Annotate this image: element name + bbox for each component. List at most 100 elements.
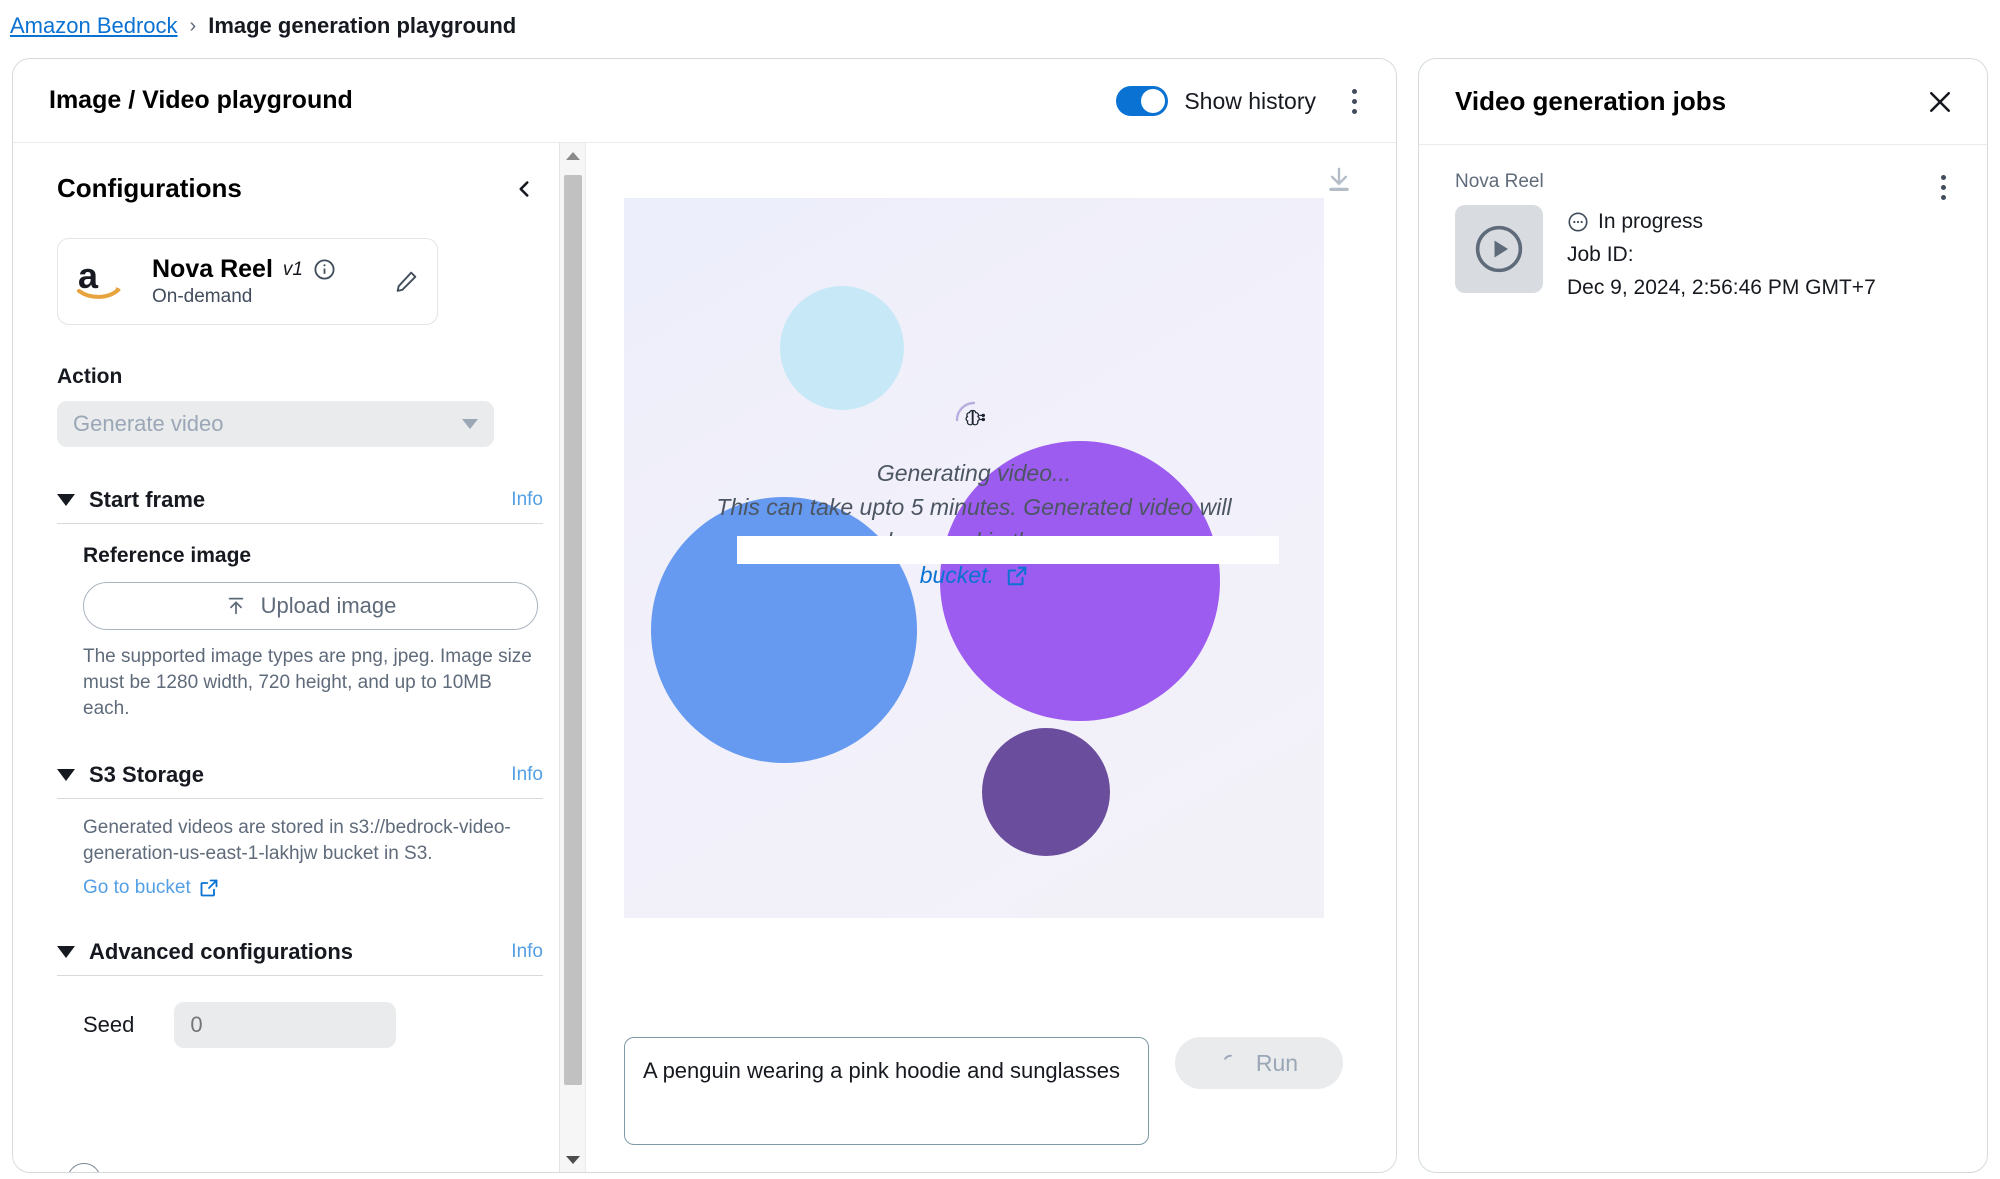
prompt-input[interactable] [624, 1037, 1149, 1145]
triangle-down-icon[interactable] [57, 769, 75, 781]
status-line-1: Generating video... [876, 460, 1072, 486]
external-link-icon [199, 878, 219, 898]
model-name-row: Nova Reel v1 [152, 255, 376, 284]
job-model-name: Nova Reel [1455, 171, 1544, 192]
advanced-title: Advanced configurations [89, 939, 354, 964]
configurations-title: Configurations [57, 173, 242, 203]
scroll-up-arrow-icon[interactable] [560, 143, 585, 169]
jobs-panel-title: Video generation jobs [1455, 86, 1727, 116]
redaction-bar [737, 536, 1279, 564]
advanced-header-left: Advanced configurations [57, 939, 353, 965]
divider [57, 523, 543, 524]
scroll-down-arrow-icon[interactable] [560, 1147, 585, 1172]
close-icon[interactable] [1925, 87, 1955, 117]
upload-image-label: Upload image [260, 593, 397, 618]
kebab-menu-icon[interactable] [1338, 83, 1370, 119]
run-button[interactable]: Run [1175, 1037, 1343, 1089]
upload-helper-text: The supported image types are png, jpeg.… [83, 646, 532, 719]
caret-down-icon [462, 419, 478, 429]
divider [57, 975, 543, 976]
scrollbar-thumb[interactable] [564, 175, 582, 1085]
job-details: In progress Job ID: Dec 9, 2024, 2:56:46… [1567, 205, 1876, 304]
action-selected-value: Generate video [73, 411, 224, 436]
status-badge: In progress [1567, 205, 1876, 238]
reference-image-label: Reference image [83, 544, 252, 567]
playground-body: Configurations a Nova Reel v1 On-demand … [13, 143, 1396, 1172]
configurations-panel: Configurations a Nova Reel v1 On-demand … [13, 143, 586, 1172]
s3-storage-title: S3 Storage [89, 762, 204, 787]
model-version: v1 [282, 258, 303, 280]
job-id-label: Job ID: [1567, 243, 1634, 266]
playground-card: Image / Video playground Show history Co… [12, 58, 1397, 1173]
slider-thumb[interactable] [67, 1163, 101, 1172]
toggle-switch[interactable] [1116, 86, 1169, 116]
seed-input[interactable] [174, 1002, 397, 1048]
light-blue-circle [780, 286, 904, 410]
action-select[interactable]: Generate video [57, 401, 494, 447]
start-frame-header: Start frame Info [57, 487, 543, 513]
loading-spinner-icon [1220, 1052, 1242, 1074]
start-frame-header-left: Start frame [57, 487, 205, 513]
ai-brain-spinner-icon [952, 398, 996, 442]
advanced-info-link[interactable]: Info [511, 941, 543, 963]
model-name: Nova Reel [152, 255, 273, 283]
play-circle-icon [1472, 222, 1526, 276]
s3-storage-header-left: S3 Storage [57, 762, 204, 788]
go-to-bucket-link[interactable]: Go to bucket [83, 877, 219, 899]
canvas-area: Generating video... This can take upto 5… [586, 143, 1396, 1172]
status-line-2: This can take upto 5 minutes. Generated … [716, 494, 1232, 520]
video-preview-placeholder: Generating video... This can take upto 5… [624, 198, 1324, 918]
download-icon[interactable] [1324, 165, 1354, 195]
kebab-menu-icon[interactable] [1927, 169, 1959, 205]
playground-header: Image / Video playground Show history [13, 59, 1396, 143]
advanced-header: Advanced configurations Info [57, 939, 543, 965]
breadcrumb-link-amazon-bedrock[interactable]: Amazon Bedrock [10, 12, 178, 40]
configurations-scrollbar[interactable] [559, 143, 585, 1172]
breadcrumb: Amazon Bedrock › Image generation playgr… [10, 12, 516, 40]
s3-description: Generated videos are stored in s3://bedr… [83, 817, 511, 864]
video-generation-jobs-panel: Video generation jobs Nova Reel In progr… [1418, 58, 1988, 1173]
job-body: In progress Job ID: Dec 9, 2024, 2:56:46… [1455, 205, 1955, 304]
start-frame-info-link[interactable]: Info [511, 489, 543, 511]
start-frame-section: Start frame Info Reference image Upload … [57, 487, 543, 722]
model-info: Nova Reel v1 On-demand [152, 255, 376, 308]
action-label: Action [57, 365, 123, 388]
model-card[interactable]: a Nova Reel v1 On-demand [57, 238, 438, 325]
jobs-panel-header: Video generation jobs [1419, 59, 1987, 145]
advanced-configurations-section: Advanced configurations Info [57, 939, 543, 976]
divider [57, 798, 543, 799]
model-mode: On-demand [152, 286, 253, 307]
run-button-label: Run [1255, 1049, 1299, 1076]
chevron-left-icon[interactable] [511, 176, 537, 202]
s3-storage-info-link[interactable]: Info [511, 764, 543, 786]
in-progress-icon [1567, 211, 1589, 233]
pencil-icon[interactable] [394, 269, 419, 294]
s3-storage-header: S3 Storage Info [57, 762, 543, 788]
external-link-icon [1006, 565, 1028, 587]
show-history-label: Show history [1184, 87, 1316, 114]
amazon-logo-icon: a [76, 255, 134, 306]
job-timestamp: Dec 9, 2024, 2:56:46 PM GMT+7 [1567, 276, 1876, 299]
bucket-link[interactable]: bucket. [920, 562, 994, 588]
breadcrumb-separator-icon: › [189, 15, 197, 37]
seed-label: Seed [83, 1012, 135, 1037]
dark-purple-circle [982, 728, 1110, 856]
s3-storage-section: S3 Storage Info Generated videos are sto… [57, 762, 543, 899]
job-list-item: Nova Reel In progress Job ID: Dec 9, 202… [1419, 145, 1987, 304]
job-thumbnail[interactable] [1455, 205, 1543, 293]
start-frame-title: Start frame [89, 487, 206, 512]
header-actions: Show history [1116, 59, 1370, 143]
page-title: Image / Video playground [49, 86, 353, 114]
action-block: Action Generate video [57, 365, 543, 447]
triangle-down-icon[interactable] [57, 946, 75, 958]
triangle-down-icon[interactable] [57, 494, 75, 506]
generation-status-text: Generating video... This can take upto 5… [624, 456, 1324, 592]
job-status-text: In progress [1598, 210, 1704, 233]
s3-storage-body: Generated videos are stored in s3://bedr… [57, 815, 543, 899]
configurations-content: Configurations a Nova Reel v1 On-demand … [13, 143, 585, 1172]
breadcrumb-current-page: Image generation playground [208, 13, 517, 38]
info-circle-icon[interactable] [313, 258, 336, 281]
upload-image-button[interactable]: Upload image [83, 582, 538, 630]
go-to-bucket-label: Go to bucket [83, 877, 191, 898]
show-history-toggle[interactable]: Show history [1116, 86, 1316, 116]
